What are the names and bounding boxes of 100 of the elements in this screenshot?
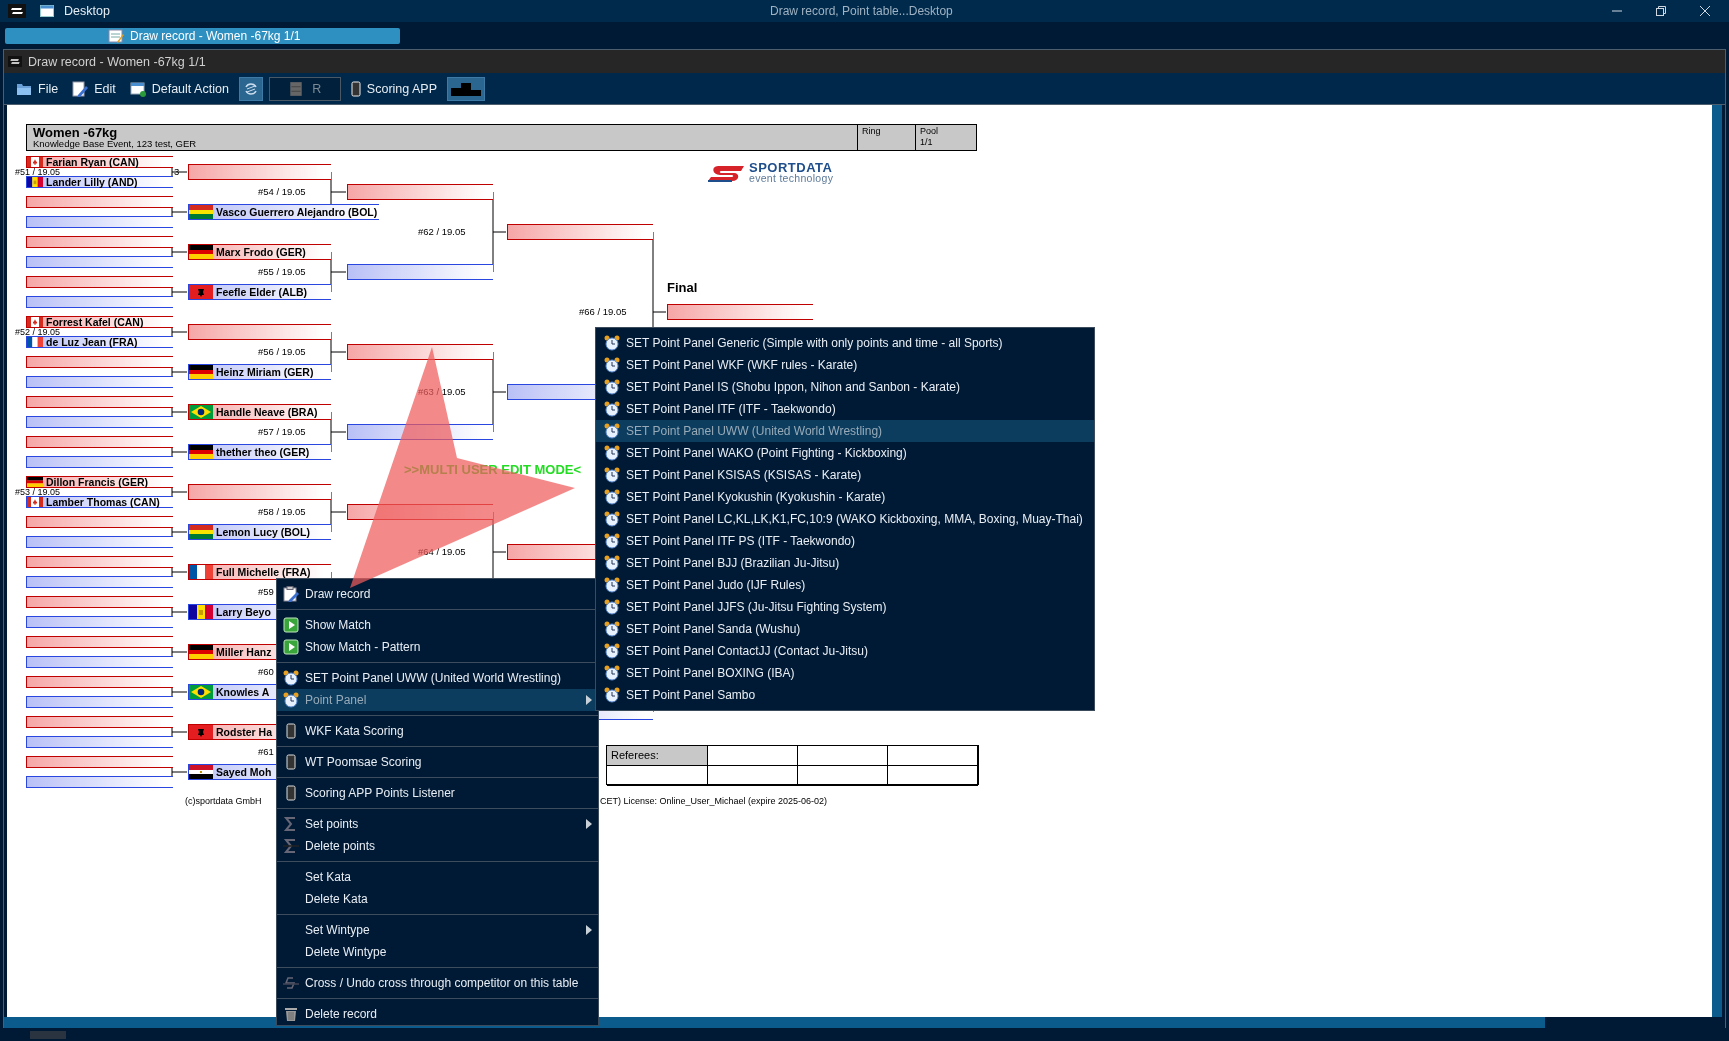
competitor-slot[interactable] — [188, 164, 331, 180]
competitor-slot[interactable] — [26, 216, 173, 228]
competitor-slot[interactable]: Lemon Lucy (BOL) — [188, 524, 331, 540]
final-slot[interactable] — [667, 304, 813, 320]
menu-item[interactable]: Cross / Undo cross through competitor on this table — [277, 972, 598, 994]
menu-item[interactable]: Delete points — [277, 835, 598, 857]
competitor-name: Marx Frodo (GER) — [216, 246, 306, 258]
menu-item[interactable]: SET Point Panel Sanda (Wushu) — [596, 618, 1094, 640]
menu-item[interactable]: Set Wintype — [277, 919, 598, 941]
competitor-slot[interactable] — [26, 636, 173, 648]
competitor-slot[interactable] — [26, 556, 173, 568]
competitor-slot[interactable] — [26, 676, 173, 688]
menu-item[interactable]: SET Point Panel UWW (United World Wrestling) — [596, 420, 1094, 442]
competitor-slot[interactable] — [188, 324, 331, 340]
alarm-clock-icon — [283, 692, 299, 708]
competitor-slot[interactable] — [26, 416, 173, 428]
competitor-slot[interactable]: Forrest Kafel (CAN) — [26, 316, 173, 328]
close-icon[interactable] — [1699, 5, 1711, 17]
competitor-slot[interactable]: Dillon Francis (GER) — [26, 476, 173, 488]
menu-item[interactable]: SET Point Panel WKF (WKF rules - Karate) — [596, 354, 1094, 376]
competitor-slot[interactable] — [26, 756, 173, 768]
competitor-slot[interactable] — [26, 296, 173, 308]
competitor-slot[interactable] — [26, 596, 173, 608]
sync-toggle[interactable] — [238, 76, 263, 101]
competitor-slot[interactable] — [188, 484, 331, 500]
competitor-slot[interactable] — [26, 276, 173, 288]
menu-item[interactable]: Point Panel — [277, 689, 598, 711]
competitor-slot[interactable]: Vasco Guerrero Alejandro (BOL) — [188, 204, 380, 220]
alarm-clock-icon — [604, 357, 620, 373]
pool-label: Pool — [920, 126, 939, 137]
menu-item[interactable]: SET Point Panel KSISAS (KSISAS - Karate) — [596, 464, 1094, 486]
competitor-slot[interactable] — [26, 736, 173, 748]
task-tab[interactable]: Draw record - Women -67kg 1/1 — [5, 27, 400, 44]
competitor-name: Lemon Lucy (BOL) — [216, 526, 310, 538]
menu-item[interactable]: SET Point Panel ContactJJ (Contact Ju-Jitsu) — [596, 640, 1094, 662]
menu-item[interactable]: SET Point Panel ITF (ITF - Taekwondo) — [596, 398, 1094, 420]
competitor-slot[interactable] — [26, 696, 173, 708]
competitor-slot[interactable] — [26, 236, 173, 248]
phone-icon — [350, 80, 361, 97]
competitor-slot[interactable] — [26, 716, 173, 728]
menu-item[interactable]: SET Point Panel Judo (IJF Rules) — [596, 574, 1094, 596]
alarm-clock-icon — [604, 599, 620, 615]
competitor-slot[interactable] — [26, 436, 173, 448]
menu-item[interactable]: SET Point Panel WAKO (Point Fighting - Kickboxing) — [596, 442, 1094, 464]
menu-item[interactable]: SET Point Panel Kyokushin (Kyokushin - Karate) — [596, 486, 1094, 508]
competitor-slot[interactable]: Farian Ryan (CAN) — [26, 156, 173, 168]
competitor-slot[interactable] — [26, 616, 173, 628]
menu-item[interactable]: Set points — [277, 813, 598, 835]
competitor-slot[interactable] — [26, 536, 173, 548]
competitor-slot[interactable]: thether theo (GER) — [188, 444, 331, 460]
competitor-slot[interactable] — [26, 656, 173, 668]
menu-item[interactable]: SET Point Panel BJJ (Brazilian Ju-Jitsu) — [596, 552, 1094, 574]
bracket-connector — [171, 646, 188, 658]
bracket-connector — [171, 606, 188, 618]
toolbar-button[interactable]: Scoring APP — [346, 78, 442, 99]
competitor-slot[interactable]: Handle Neave (BRA) — [188, 404, 331, 420]
competitor-name: Rodster Ha — [216, 726, 272, 738]
menu-item[interactable]: Scoring APP Points Listener — [277, 782, 598, 804]
competitor-slot[interactable]: Lamber Thomas (CAN) — [26, 496, 173, 508]
competitor-slot[interactable]: Full Michelle (FRA) — [188, 564, 331, 580]
menu-item[interactable]: Draw record — [277, 583, 598, 605]
menu-item[interactable]: Delete Kata — [277, 888, 598, 910]
competitor-slot[interactable] — [347, 184, 493, 200]
competitor-slot[interactable] — [347, 344, 493, 360]
competitor-slot[interactable] — [26, 256, 173, 268]
competitor-slot[interactable] — [26, 516, 173, 528]
toolbar-button[interactable]: Default Action — [125, 78, 233, 99]
competitor-slot[interactable] — [26, 376, 173, 388]
competitor-slot[interactable]: Marx Frodo (GER) — [188, 244, 331, 260]
bracket-connector — [171, 486, 188, 498]
menu-item[interactable]: SET Point Panel Sambo — [596, 684, 1094, 706]
restore-icon[interactable] — [1655, 5, 1667, 17]
menu-item[interactable]: Delete Wintype — [277, 941, 598, 963]
competitor-slot[interactable] — [26, 356, 173, 368]
competitor-slot[interactable]: Feefle Elder (ALB) — [188, 284, 331, 300]
menu-item[interactable]: SET Point Panel JJFS (Ju-Jitsu Fighting System) — [596, 596, 1094, 618]
menu-item[interactable]: SET Point Panel Generic (Simple with only points and time - all Sports) — [596, 332, 1094, 354]
competitor-slot[interactable] — [26, 776, 173, 788]
competitor-slot[interactable] — [26, 196, 173, 208]
competitor-slot[interactable] — [26, 576, 173, 588]
competitor-slot[interactable] — [26, 456, 173, 468]
competitor-slot[interactable]: de Luz Jean (FRA) — [26, 336, 173, 348]
competitor-slot[interactable] — [347, 264, 493, 280]
menu-item[interactable]: Set Kata — [277, 866, 598, 888]
menu-item[interactable]: SET Point Panel BOXING (IBA) — [596, 662, 1094, 684]
competitor-slot[interactable] — [507, 224, 653, 240]
menu-item[interactable]: SET Point Panel IS (Shobu Ippon, Nihon and Sanbon - Karate) — [596, 376, 1094, 398]
competitor-slot[interactable]: Lander Lilly (AND) — [26, 176, 173, 188]
menu-item[interactable]: SET Point Panel LC,KL,LK,K1,FC,10:9 (WAKO Kickboxing, MMA, Boxing, Muay-Thai) — [596, 508, 1094, 530]
competitor-slot[interactable] — [26, 396, 173, 408]
competitor-name: Dillon Francis (GER) — [46, 476, 149, 488]
competitor-name: Heinz Miriam (GER) — [216, 366, 314, 378]
competitor-slot[interactable]: Heinz Miriam (GER) — [188, 364, 331, 380]
toolbar-button[interactable]: File — [12, 78, 63, 99]
vertical-scrollbar[interactable] — [1712, 105, 1722, 1017]
menu-item[interactable]: SET Point Panel ITF PS (ITF - Taekwondo) — [596, 530, 1094, 552]
match-label: #61 — [258, 746, 274, 758]
menu-item[interactable]: Delete record — [277, 1003, 598, 1025]
toolbar-button[interactable]: Edit — [68, 78, 120, 99]
podium-button[interactable] — [447, 76, 486, 101]
